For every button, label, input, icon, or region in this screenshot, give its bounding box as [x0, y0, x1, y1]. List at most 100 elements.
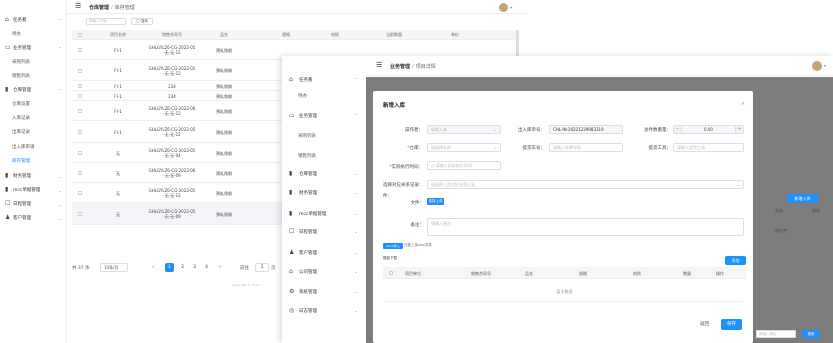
sidebar-item[interactable]: 销售列表 — [282, 150, 366, 162]
sidebar-item[interactable]: ▮ mcc单据管理 ⌄ — [282, 208, 366, 220]
sidebar-item[interactable]: 仓库设置 — [0, 98, 67, 110]
sidebar-item[interactable]: ⌂ 公司管理 ⌄ — [282, 266, 366, 278]
table-cell: FI-1 — [114, 68, 122, 73]
exec-time-picker[interactable]: ◷ 请输入实际执行时间 — [427, 161, 501, 170]
order-no-field[interactable]: CHL-IN-20221229083319 — [549, 125, 623, 134]
row-checkbox[interactable] — [78, 151, 82, 155]
mid-topbar: ☰ 业务管理 / 项目详情 — [366, 56, 833, 76]
gear-icon: ⚙ — [289, 288, 295, 295]
relation-select[interactable]: 请选择入库对应关系记录 ⌄ — [427, 180, 744, 189]
sidebar-item[interactable]: ☐ 日程管理 ⌄ — [0, 198, 67, 210]
hamburger-icon[interactable]: ☰ — [75, 3, 81, 10]
decrement-button[interactable]: − — [674, 126, 682, 133]
sidebar-item[interactable]: ◎ 日志管理 ⌄ — [282, 305, 366, 317]
attach-label: 件： — [383, 194, 392, 199]
warehouse-label-text: 仓库： — [409, 146, 424, 151]
sidebar-item-label: 销售列表 — [298, 154, 316, 159]
sidebar-item[interactable]: 采购列表 — [0, 56, 67, 68]
sidebar-item-label: 客户管理 — [13, 216, 31, 221]
select-all-checkbox[interactable] — [78, 33, 82, 37]
chevron-down-icon[interactable]: ▾ — [510, 5, 512, 10]
total-weight-value[interactable]: 0.00 — [682, 126, 735, 133]
row-checkbox[interactable] — [78, 109, 82, 113]
sidebar-item[interactable]: ▮ 财务管理 ⌄ — [282, 187, 366, 199]
tool-input[interactable]: 请输入提货工具 — [673, 143, 744, 152]
sidebar-item-label: 仓库管理 — [13, 88, 31, 93]
add-row-button[interactable]: 添加 — [725, 256, 746, 265]
next-page-button[interactable]: > — [215, 263, 225, 272]
warehouse-select[interactable]: 请选择仓库 ⌄ — [427, 143, 501, 152]
sidebar-item-label: 库存管理 — [12, 159, 30, 164]
chevron-down-icon: ⌄ — [354, 190, 358, 195]
row-checkbox[interactable] — [78, 48, 82, 52]
page-word: 页 — [271, 266, 276, 271]
add-inbound-button[interactable]: 新增入库 — [787, 194, 818, 203]
breadcrumb-root[interactable]: 业务管理 — [390, 64, 410, 70]
page-size-select[interactable]: 10条/页 — [100, 263, 128, 272]
sidebar-item[interactable]: 入库记录 — [0, 112, 67, 124]
row-checkbox[interactable] — [78, 130, 82, 134]
doc-icon: ▭ — [289, 112, 295, 119]
sidebar-item[interactable]: ⌂ 任务看 ⌃ — [0, 14, 67, 26]
sidebar-item[interactable]: ▮ 仓库管理 ⌃ — [0, 84, 67, 96]
row-checkbox[interactable] — [78, 212, 82, 216]
row-checkbox[interactable] — [78, 94, 82, 98]
sidebar-item[interactable]: ▭ 业务管理 ⌃ — [0, 42, 67, 54]
template-download-link[interactable]: 模板下载 — [383, 256, 397, 261]
breadcrumb-root[interactable]: 仓库管理 — [89, 5, 109, 11]
table-cell: FI-1 — [114, 93, 122, 99]
operator-field[interactable]: 请输入者 ⌄ — [427, 125, 501, 134]
page-2[interactable]: 2 — [178, 263, 187, 272]
sidebar-item[interactable]: ▮ 仓库管理 ⌄ — [282, 168, 366, 180]
table-cell: 预轧角钢 — [216, 170, 232, 176]
select-all-checkbox[interactable] — [389, 271, 393, 275]
sidebar-item[interactable]: ♟ 客户管理 ⌄ — [0, 212, 67, 224]
row-checkbox[interactable] — [78, 84, 82, 88]
page-1[interactable]: 1 — [165, 263, 174, 272]
unit-search-input[interactable]: 请输入单位 — [756, 330, 796, 338]
total-weight-stepper[interactable]: − 0.00 + — [673, 125, 744, 134]
row-checkbox[interactable] — [78, 68, 82, 73]
back-button[interactable]: 返回 — [694, 319, 715, 330]
sidebar-item-label: 待办 — [298, 94, 307, 99]
row-checkbox[interactable] — [78, 191, 82, 195]
sidebar-item[interactable]: ▮ 财务管理 ⌄ — [0, 170, 67, 182]
sidebar-item[interactable]: 出入库审请 — [0, 141, 67, 153]
avatar[interactable] — [499, 3, 508, 12]
upload-button[interactable]: 选择上传 — [427, 198, 444, 205]
row-checkbox[interactable] — [78, 171, 82, 175]
sidebar-item[interactable]: 待办 — [0, 28, 67, 40]
sidebar-item[interactable]: 采购列表 — [282, 130, 366, 142]
goto-page-input[interactable]: 1 — [255, 263, 269, 272]
sidebar-item[interactable]: ▭ 业务管理 ⌃ — [282, 110, 366, 122]
column-header: 销售合同号 — [471, 271, 491, 276]
excel-import-button[interactable]: excel导入 — [383, 243, 403, 249]
sidebar-item[interactable]: ☐ 日程管理 ⌄ — [282, 226, 366, 238]
chevron-down-icon: ⌄ — [354, 289, 358, 294]
hamburger-icon[interactable]: ☰ — [376, 62, 382, 69]
increment-button[interactable]: + — [735, 126, 743, 133]
remark-textarea[interactable]: 请输入备注 — [427, 218, 744, 236]
chevron-down-icon: ⌄ — [58, 215, 62, 221]
sidebar-item[interactable]: 待办 — [282, 90, 366, 102]
chevron-down-icon[interactable]: ▾ — [824, 63, 826, 68]
sidebar-item[interactable]: ▮ mcc单据管理 ⌄ — [0, 184, 67, 196]
search-button[interactable]: 搜索 — [802, 330, 820, 338]
search-button[interactable]: ◯ 搜索 — [131, 18, 153, 25]
sidebar-item-label: 出入库审请 — [12, 145, 35, 150]
prev-page-button[interactable]: < — [148, 263, 158, 272]
avatar[interactable] — [812, 61, 822, 71]
sidebar-item[interactable]: 库存管理 — [0, 155, 67, 167]
sidebar-item[interactable]: 销售列表 — [0, 70, 67, 82]
sidebar-item[interactable]: ⚙ 系统管理 ⌄ — [282, 286, 366, 298]
sidebar-item[interactable]: ♟ 客户管理 ⌄ — [282, 247, 366, 259]
page-4[interactable]: 4 — [202, 263, 211, 272]
chevron-down-icon: ⌄ — [354, 211, 358, 216]
page-3[interactable]: 3 — [190, 263, 199, 272]
save-button[interactable]: 保存 — [721, 319, 742, 330]
product-search-input[interactable]: 请输入产品 — [86, 18, 126, 25]
close-icon[interactable]: × — [741, 101, 745, 107]
sidebar-item[interactable]: ⌂ 任务看 ⌃ — [282, 74, 366, 86]
car-no-input[interactable]: 请输入车牌号码 — [549, 143, 623, 152]
sidebar-item[interactable]: 出库记录 — [0, 126, 67, 138]
